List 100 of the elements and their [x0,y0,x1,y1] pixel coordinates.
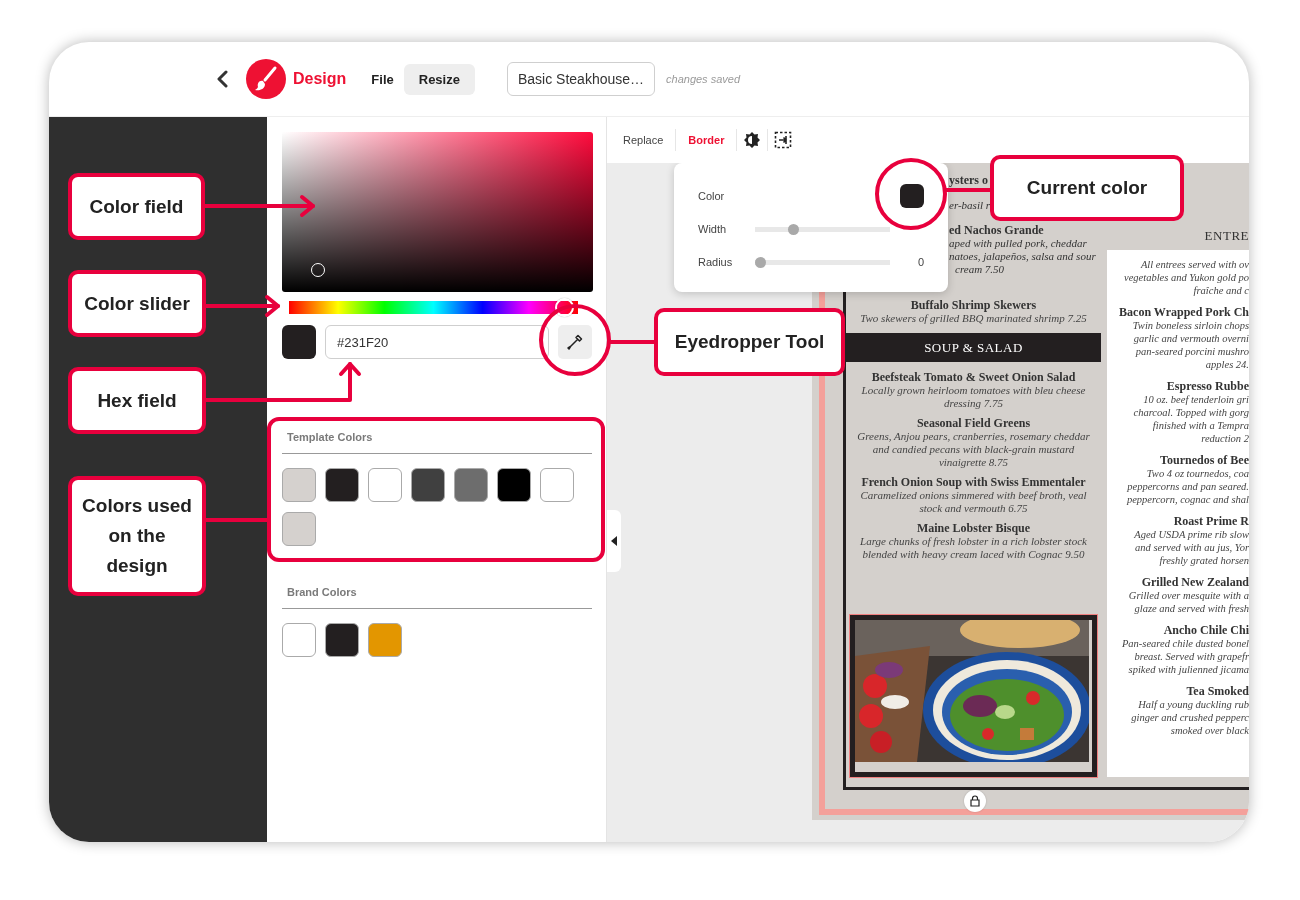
border-color-swatch[interactable] [900,184,924,208]
dish-description: Two skewers of grilled BBQ marinated shrimp 7.25 [859,312,1088,325]
color-swatch[interactable] [454,468,488,502]
hex-field[interactable]: #231F20 [325,325,550,359]
app-name: Design [293,70,347,88]
color-swatch[interactable] [368,623,402,657]
dish-description: Large chunks of fresh lobster in a rich lobster stock blended with heavy cream laced with Cognac 9.50 [859,535,1088,561]
color-swatch[interactable] [497,468,531,502]
slider-thumb[interactable] [554,298,574,317]
setting-value: 0 [917,256,924,268]
highlight-circle [875,158,947,230]
callout-label: Hex field [68,367,206,434]
callout-label: Color slider [68,270,206,337]
dish-name: ed Nachos Grande [949,224,1044,237]
callout-label: Color field [68,173,205,240]
brightness-icon[interactable] [743,131,762,149]
section-title: Template Colors [287,431,373,443]
slider-thumb[interactable] [755,256,766,268]
dish-name: Seasonal Field Greens [915,417,1032,430]
color-swatch[interactable] [282,512,316,546]
color-swatch[interactable] [282,623,316,657]
dish-name: Roast Prime R [1173,514,1249,528]
color-swatch[interactable] [325,468,359,502]
highlight-circle [539,304,611,376]
dish-name: Tournedos of Bee [1160,453,1249,467]
dish-description: breast. Served with grapefr [1134,650,1249,663]
connector-line [943,188,992,192]
hue-slider[interactable] [289,298,578,317]
dish-name: Ancho Chile Chi [1163,623,1249,637]
dish-description: aped with pulled pork, cheddar [949,237,1087,250]
toolbar-tab[interactable]: Border [682,130,731,150]
dish-description: pan-seared porcini mushro [1135,345,1249,358]
color-swatch[interactable] [325,623,359,657]
dish-name: Grilled New Zealand [1141,575,1249,589]
dish-description: charcoal. Topped with gorg [1133,406,1249,419]
dish-description: peppercorns and pan seared. [1127,480,1249,493]
setting-label: Radius [698,256,734,268]
dish-description: er-basil r [949,199,991,212]
menu-button[interactable]: Resize [403,63,475,95]
dish-description: natoes, jalapeños, salsa and sour [949,250,1096,263]
dish-name: Buffalo Shrimp Skewers [909,299,1038,312]
dish-description: reduction 2 [1201,432,1249,445]
dish-description: garlic and vermouth overni [1133,332,1249,345]
slider-thumb[interactable] [788,223,800,235]
dish-name: Bacon Wrapped Pork Ch [1119,305,1249,319]
color-swatch[interactable] [368,468,402,502]
setting-label: Color [698,190,726,202]
connector-line [204,518,269,522]
dish-description: Greens, Anjou pears, cranberries, rosemary cheddar and candied pecans with black-grain mustard vinaigrette 8.75 [856,430,1091,469]
dish-description: glaze and served with fresh [1134,602,1249,615]
dish-description: Locally grown heirloom tomatoes with bleu cheese dressing 7.75 [860,384,1087,410]
dashed-frame-icon[interactable] [774,131,793,149]
dish-description: cream 7.50 [955,263,1005,276]
section-heading: ENTRE [1107,222,1249,250]
color-swatch[interactable] [282,468,316,502]
menu-button[interactable]: File [363,63,402,95]
dish-description: Grilled over mesquite with a [1128,589,1249,602]
dish-description: vegetables and Yukon gold po [1124,271,1249,284]
dish-name: Maine Lobster Bisque [915,522,1032,535]
dish-description: freshly grated horsen [1159,554,1249,567]
dish-description: Aged USDA prime rib slow [1134,528,1249,541]
dish-name: Espresso Rubbe [1166,379,1249,393]
section-title: Brand Colors [287,586,357,598]
dish-name: Tea Smoked [1186,684,1249,698]
setting-label: Width [698,223,728,235]
dish-description: Caramelized onions simmered with beef broth, veal stock and vermouth 6.75 [859,489,1088,515]
color-swatch[interactable] [540,468,574,502]
section-heading: SOUP & SALAD [846,333,1101,362]
dish-description: Two 4 oz tournedos, coa [1146,467,1249,480]
color-swatch[interactable] [411,468,445,502]
dish-description: Twin boneless sirloin chops [1132,319,1249,332]
callout-label: Colors used on the design [68,476,206,596]
caret-icon [611,536,617,546]
lock-icon [969,795,981,807]
save-status: changes saved [666,73,741,85]
callout-label: Eyedropper Tool [654,308,845,376]
dish-description: smoked over black [1170,724,1249,737]
eyedropper-icon [566,333,585,351]
eyedropper-button[interactable] [558,325,592,359]
paintbrush-logo-icon [246,59,286,99]
dish-description: Pan-seared chile dusted bonel [1121,637,1249,650]
dish-name: Beefsteak Tomato & Sweet Onion Salad [870,371,1077,384]
dish-name: ysters o [949,174,988,187]
title-field[interactable]: Basic Steakhouse… [506,62,656,96]
dish-description: apples 24. [1205,358,1249,371]
color-field[interactable] [282,132,593,292]
back-icon[interactable] [216,70,230,88]
dish-description: peppercorn, cognac and shal [1126,493,1249,506]
dish-name: French Onion Soup with Swiss Emmentaler [860,476,1087,489]
dish-description: spiked with julienned jicama [1128,663,1249,676]
callout-label: Current color [990,155,1184,221]
dish-description: 10 oz. beef tenderloin gri [1143,393,1249,406]
dish-description: All entrees served with ov [1140,258,1249,271]
collapse-tab[interactable] [607,510,621,572]
toolbar-tab[interactable]: Replace [617,130,670,150]
dish-description: ginger and crushed pepperc [1131,711,1249,724]
dish-description: and served with au jus, Yor [1135,541,1249,554]
dish-description: fraîche and c [1193,284,1249,297]
dish-description: Half a young duckling rub [1138,698,1249,711]
dish-description: finished with a Tempra [1152,419,1249,432]
